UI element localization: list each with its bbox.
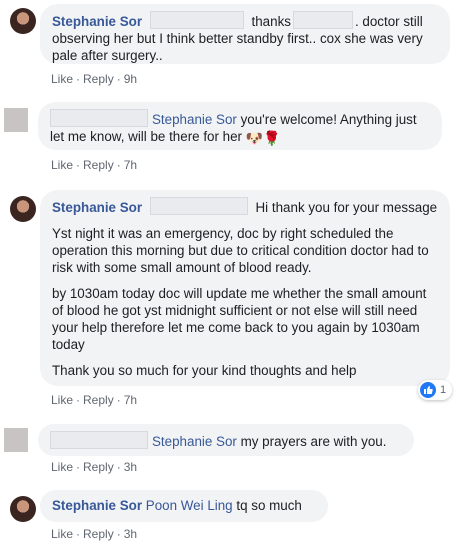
mention-link[interactable]: Stephanie Sor [152,112,237,127]
comment-actions: Like · Reply · 3h [51,527,137,541]
redacted-name [50,431,148,449]
separator: · [76,158,81,172]
separator: · [76,460,81,474]
separator: · [116,527,121,541]
comment-text: my prayers are with you. [236,434,387,449]
avatar[interactable] [10,496,36,522]
like-button[interactable]: Like [51,72,73,86]
timestamp[interactable]: 7h [124,158,137,172]
rose-emoji-icon: 🌹 [263,130,281,146]
separator: · [76,527,81,541]
like-button[interactable]: Like [51,158,73,172]
avatar[interactable] [4,108,28,132]
comment-actions: Like · Reply · 7h [51,393,137,407]
like-button[interactable]: Like [51,393,73,407]
timestamp[interactable]: 3h [124,527,137,541]
like-button[interactable]: Like [51,527,73,541]
separator: · [76,72,81,86]
separator: · [116,158,121,172]
reply-button[interactable]: Reply [83,72,114,86]
comment-bubble: Stephanie Sor you're welcome! Anything j… [38,102,442,150]
mention-link[interactable]: Stephanie Sor [152,434,237,449]
comment-bubble: Stephanie Sor Poon Wei Ling tq so much [40,490,328,522]
avatar[interactable] [10,196,36,222]
comment-text: thanks [251,14,291,29]
avatar[interactable] [4,428,28,452]
timestamp[interactable]: 9h [124,72,137,86]
reply-button[interactable]: Reply [83,393,114,407]
reply-button[interactable]: Reply [83,460,114,474]
separator: · [76,393,81,407]
reply-button[interactable]: Reply [83,527,114,541]
dog-emoji-icon: 🐶 [245,130,264,146]
comment-bubble: Stephanie Sor thanks. doctor still obser… [40,4,450,64]
comment-actions: Like · Reply · 9h [51,72,137,86]
reaction-badge[interactable]: 1 [418,380,453,400]
comment-first-line: Stephanie Sor Hi thank you for your mess… [52,197,438,216]
thumbs-up-icon [420,382,436,398]
author-name[interactable]: Stephanie Sor [52,14,142,29]
comment-bubble: Stephanie Sor Hi thank you for your mess… [40,190,450,386]
comment-paragraph: Yst night it was an emergency, doc by ri… [52,226,429,275]
like-button[interactable]: Like [51,460,73,474]
comment-paragraph: by 1030am today doc will update me wheth… [52,286,427,352]
comment-bubble: Stephanie Sor my prayers are with you. [38,424,414,456]
author-name[interactable]: Stephanie Sor [52,200,142,215]
comment-text: tq so much [232,498,302,513]
reply-button[interactable]: Reply [83,158,114,172]
separator: · [116,393,121,407]
comment-actions: Like · Reply · 7h [51,158,137,172]
separator: · [116,72,121,86]
separator: · [116,460,121,474]
timestamp[interactable]: 3h [124,460,137,474]
author-name[interactable]: Stephanie Sor [52,498,142,513]
comment-actions: Like · Reply · 3h [51,460,137,474]
redacted-name [149,197,248,215]
comment-paragraph: Thank you so much for your kind thoughts… [52,363,357,378]
mention-link[interactable]: Poon Wei Ling [146,498,233,513]
avatar[interactable] [10,8,36,34]
redacted-name [292,11,353,29]
redacted-name [50,109,148,127]
comment-text: Hi thank you for your message [255,200,438,215]
redacted-name [149,11,244,29]
reaction-count: 1 [440,384,447,396]
timestamp[interactable]: 7h [124,393,137,407]
